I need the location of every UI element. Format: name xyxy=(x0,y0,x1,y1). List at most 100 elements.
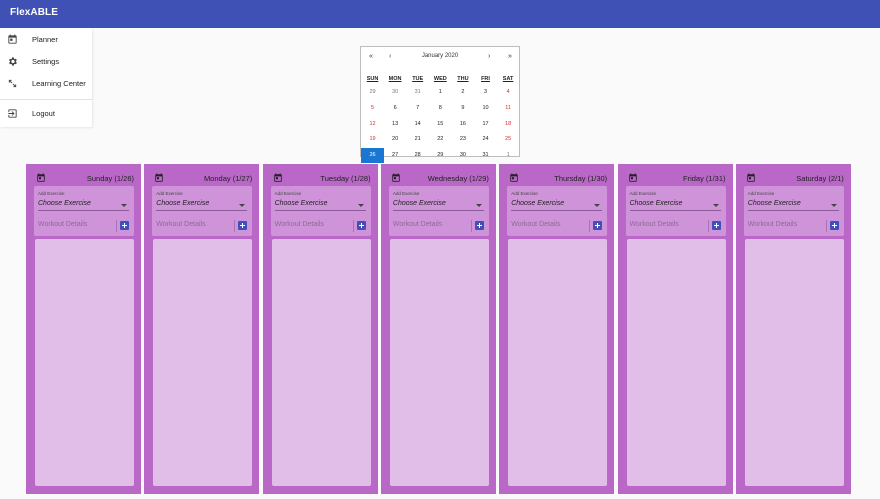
calendar-day[interactable]: 5 xyxy=(361,101,384,116)
divider xyxy=(352,220,354,232)
workout-details-placeholder: Workout Details xyxy=(392,221,443,228)
day-column: Wednesday (1/29) Add Exercise Choose Exerc… xyxy=(380,164,496,494)
calendar-day[interactable]: 28 xyxy=(406,148,429,163)
calendar-day[interactable]: 8 xyxy=(429,101,452,116)
calendar-icon xyxy=(510,173,518,182)
add-exercise-button[interactable] xyxy=(593,221,603,230)
calendar-day[interactable]: 14 xyxy=(406,117,429,132)
next-year-button[interactable]: » xyxy=(508,53,512,60)
exercise-form: Add Exercise Choose Exercise Workout Detai… xyxy=(743,186,844,236)
calendar-day[interactable]: 1 xyxy=(429,85,452,100)
logout-icon xyxy=(8,109,17,118)
chevron-down-icon xyxy=(594,204,601,207)
workout-details-input[interactable]: Workout Details xyxy=(156,216,226,230)
nav-item-label: Settings xyxy=(32,57,60,66)
nav-item-logout[interactable]: Logout xyxy=(0,103,92,125)
calendar-day[interactable]: 18 xyxy=(497,117,520,132)
weekday-header: MON xyxy=(388,76,402,82)
calendar-day[interactable]: 31 xyxy=(406,85,429,100)
day-column: Monday (1/27) Add Exercise Choose Exercise… xyxy=(144,164,260,494)
calendar-day[interactable]: 1 xyxy=(497,148,520,163)
add-exercise-label: Add Exercise xyxy=(274,191,302,196)
add-exercise-button[interactable] xyxy=(120,221,129,230)
day-column: Friday (1/31) Add Exercise Choose Exercise… xyxy=(617,164,733,494)
exercise-form: Add Exercise Choose Exercise Workout Detai… xyxy=(507,186,608,236)
calendar-day[interactable]: 31 xyxy=(474,148,497,163)
workout-details-input[interactable]: Workout Details xyxy=(748,216,818,230)
calendar-day[interactable]: 11 xyxy=(497,101,520,116)
day-title: Wednesday (1/29) xyxy=(427,174,489,183)
calendar-icon xyxy=(8,34,17,44)
day-header: Tuesday (1/28) xyxy=(263,164,378,184)
calendar-day[interactable]: 7 xyxy=(406,101,429,116)
exercise-select[interactable]: Choose Exercise xyxy=(274,200,366,211)
workout-details-input[interactable]: Workout Details xyxy=(275,216,345,230)
workout-details-input[interactable]: Workout Details xyxy=(393,216,463,230)
next-month-button[interactable]: › xyxy=(488,53,490,60)
calendar-day[interactable]: 4 xyxy=(497,85,520,100)
exercise-form: Add Exercise Choose Exercise Workout Detai… xyxy=(388,186,489,236)
exercise-select[interactable]: Choose Exercise xyxy=(511,200,603,211)
calendar-day[interactable]: 21 xyxy=(406,132,429,147)
add-exercise-button[interactable] xyxy=(474,221,484,230)
chevron-down-icon xyxy=(357,204,364,207)
nav-item-planner[interactable]: Planner xyxy=(0,29,92,51)
weekday-header: THU xyxy=(457,76,469,82)
weekday-header: SUN xyxy=(366,76,379,82)
calendar-icon xyxy=(273,173,282,182)
add-exercise-button[interactable] xyxy=(829,221,839,230)
calendar-day[interactable]: 16 xyxy=(451,117,474,132)
calendar-day[interactable]: 27 xyxy=(384,148,407,163)
workout-details-input[interactable]: Workout Details xyxy=(511,216,581,230)
calendar-day[interactable]: 12 xyxy=(361,117,384,132)
add-exercise-button[interactable] xyxy=(238,221,248,230)
nav-item-learning-center[interactable]: Learning Center xyxy=(0,73,92,95)
add-exercise-button[interactable] xyxy=(711,221,721,230)
divider xyxy=(116,220,117,232)
calendar-day[interactable]: 13 xyxy=(384,117,407,132)
divider xyxy=(707,220,709,232)
add-exercise-button[interactable] xyxy=(356,221,366,230)
calendar-day[interactable]: 17 xyxy=(474,117,497,132)
exercise-select[interactable]: Choose Exercise xyxy=(747,200,839,211)
calendar-month-label[interactable]: January 2020 xyxy=(361,53,519,59)
nav-item-settings[interactable]: Settings xyxy=(0,51,92,73)
day-header: Friday (1/31) xyxy=(618,164,733,184)
calendar-day[interactable]: 25 xyxy=(497,132,520,147)
calendar-day[interactable]: 2 xyxy=(451,85,474,100)
exercise-form: Add Exercise Choose Exercise Workout Detai… xyxy=(152,186,253,236)
calendar-day[interactable]: 10 xyxy=(474,101,497,116)
calendar-day[interactable]: 15 xyxy=(429,117,452,132)
calendar-day[interactable]: 9 xyxy=(451,101,474,116)
calendar-day[interactable]: 20 xyxy=(384,132,407,147)
calendar-day[interactable]: 26 xyxy=(361,148,384,164)
calendar-icon xyxy=(155,173,164,182)
calendar-day[interactable]: 30 xyxy=(451,148,474,163)
calendar-day[interactable]: 23 xyxy=(451,132,474,147)
calendar-day[interactable]: 3 xyxy=(474,85,497,100)
exercise-select-value: Choose Exercise xyxy=(629,200,683,207)
divider xyxy=(825,220,827,232)
workout-details-input[interactable]: Workout Details xyxy=(630,216,700,230)
workout-list xyxy=(271,239,371,486)
workout-details-input[interactable]: Workout Details xyxy=(38,216,108,230)
weekday-header: FRI xyxy=(481,76,490,82)
calendar-day[interactable]: 19 xyxy=(361,132,384,147)
calendar-day[interactable]: 30 xyxy=(384,85,407,100)
calendar-day[interactable]: 6 xyxy=(384,101,407,116)
calendar-day[interactable]: 24 xyxy=(474,132,497,147)
workout-list xyxy=(508,239,608,486)
exercise-select[interactable]: Choose Exercise xyxy=(629,200,721,211)
exercise-select[interactable]: Choose Exercise xyxy=(156,200,248,211)
exercise-select[interactable]: Choose Exercise xyxy=(392,200,484,211)
exercise-select[interactable]: Choose Exercise xyxy=(38,200,129,211)
chevron-down-icon xyxy=(475,204,482,207)
workout-details-placeholder: Workout Details xyxy=(274,221,324,228)
calendar-icon xyxy=(747,173,755,182)
calendar-day[interactable]: 22 xyxy=(429,132,452,147)
exercise-select-value: Choose Exercise xyxy=(156,200,210,207)
calendar-day[interactable]: 29 xyxy=(429,148,452,163)
add-exercise-label: Add Exercise xyxy=(747,191,775,196)
nav-divider xyxy=(0,99,92,100)
calendar-day[interactable]: 29 xyxy=(361,85,384,100)
